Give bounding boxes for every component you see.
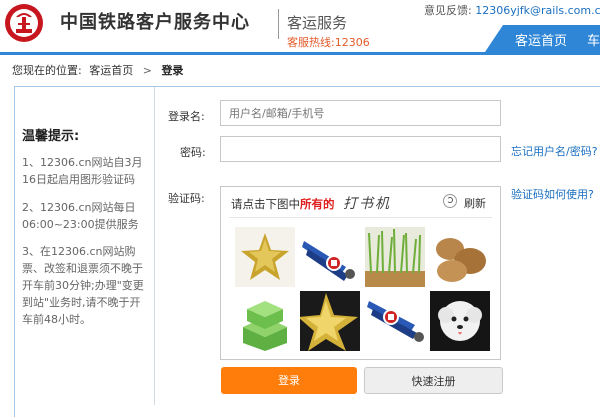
captcha-image-gold-star[interactable] xyxy=(300,291,360,351)
tip-item: 1、12306.cn网站自3月16日起启用图形验证码 xyxy=(22,156,143,186)
wheatgrass-icon xyxy=(365,228,425,287)
username-label: 登录名: xyxy=(168,110,205,123)
captcha-image-gift-boxes[interactable] xyxy=(235,291,295,351)
tip-item: 3、在12306.cn网站购票、改签和退票须不晚于开车前30分钟;办理"变更到站… xyxy=(22,245,144,326)
forgot-password-link[interactable]: 忘记用户名/密码? xyxy=(511,143,598,159)
potato-icon xyxy=(436,238,486,282)
site-name: 中国铁路客户服务中心 xyxy=(60,12,250,33)
captcha-prompt: 请点击下图中所有的 xyxy=(231,196,335,212)
captcha-prompt-highlight: 所有的 xyxy=(300,197,335,211)
captcha-target-word: 打书机 xyxy=(343,196,391,212)
stapler-icon xyxy=(302,241,355,281)
username-input[interactable] xyxy=(220,100,501,126)
railway-logo-icon[interactable] xyxy=(4,3,44,43)
nav-item-next[interactable]: 车 xyxy=(587,30,600,49)
tips-sidebar: 温馨提示: 1、12306.cn网站自3月16日起启用图形验证码 2、12306… xyxy=(14,87,155,405)
refresh-label[interactable]: 刷新 xyxy=(464,195,486,211)
main-nav: 客运首页 车 xyxy=(485,25,600,52)
stapler-icon xyxy=(367,301,424,342)
header: 中国铁路客户服务中心 客运服务 客服热线:12306 意见反馈: 12306yj… xyxy=(0,0,600,52)
register-button[interactable]: 快速注册 xyxy=(364,367,503,394)
captcha-help-link[interactable]: 验证码如何使用? xyxy=(511,186,594,202)
section-title: 客运服务 xyxy=(287,14,348,32)
gift-box-icon xyxy=(243,301,287,351)
breadcrumb-prefix: 您现在的位置: xyxy=(12,64,82,77)
captcha-image-stapler[interactable] xyxy=(300,227,360,287)
captcha-image-stapler[interactable] xyxy=(365,291,425,351)
login-button[interactable]: 登录 xyxy=(221,367,357,394)
captcha-divider xyxy=(229,217,492,218)
breadcrumb-home-link[interactable]: 客运首页 xyxy=(89,64,133,77)
feedback-label: 意见反馈: xyxy=(424,4,472,17)
password-input[interactable] xyxy=(220,136,501,162)
tips-title: 温馨提示: xyxy=(22,129,80,144)
hotline-text: 客服热线:12306 xyxy=(287,36,370,49)
nav-item-home[interactable]: 客运首页 xyxy=(515,30,567,49)
breadcrumb: 您现在的位置: 客运首页 > 登录 xyxy=(12,62,183,78)
feedback-email-link[interactable]: 12306yjfk@rails.com.cn xyxy=(475,4,600,17)
header-divider xyxy=(278,9,279,39)
header-underline xyxy=(0,52,600,55)
gold-star-icon xyxy=(241,233,289,280)
captcha-image-potatoes[interactable] xyxy=(430,227,490,287)
tip-item: 2、12306.cn网站每日06:00~23:00提供服务 xyxy=(22,201,139,231)
breadcrumb-current: 登录 xyxy=(161,64,184,77)
captcha-prompt-text: 请点击下图中 xyxy=(231,197,300,211)
feedback: 意见反馈: 12306yjfk@rails.com.cn 您 xyxy=(424,2,600,18)
gold-star-icon xyxy=(300,293,358,351)
breadcrumb-separator: > xyxy=(142,64,152,77)
captcha-image-gold-star[interactable] xyxy=(235,227,295,287)
captcha-image-wheatgrass[interactable] xyxy=(365,227,425,287)
password-label: 密码: xyxy=(180,146,206,159)
captcha-image-white-dog[interactable] xyxy=(430,291,490,351)
dog-icon xyxy=(438,301,482,341)
refresh-icon[interactable] xyxy=(443,194,457,208)
captcha-label: 验证码: xyxy=(168,192,205,205)
captcha-box: 请点击下图中所有的 打书机 刷新 xyxy=(220,186,501,360)
